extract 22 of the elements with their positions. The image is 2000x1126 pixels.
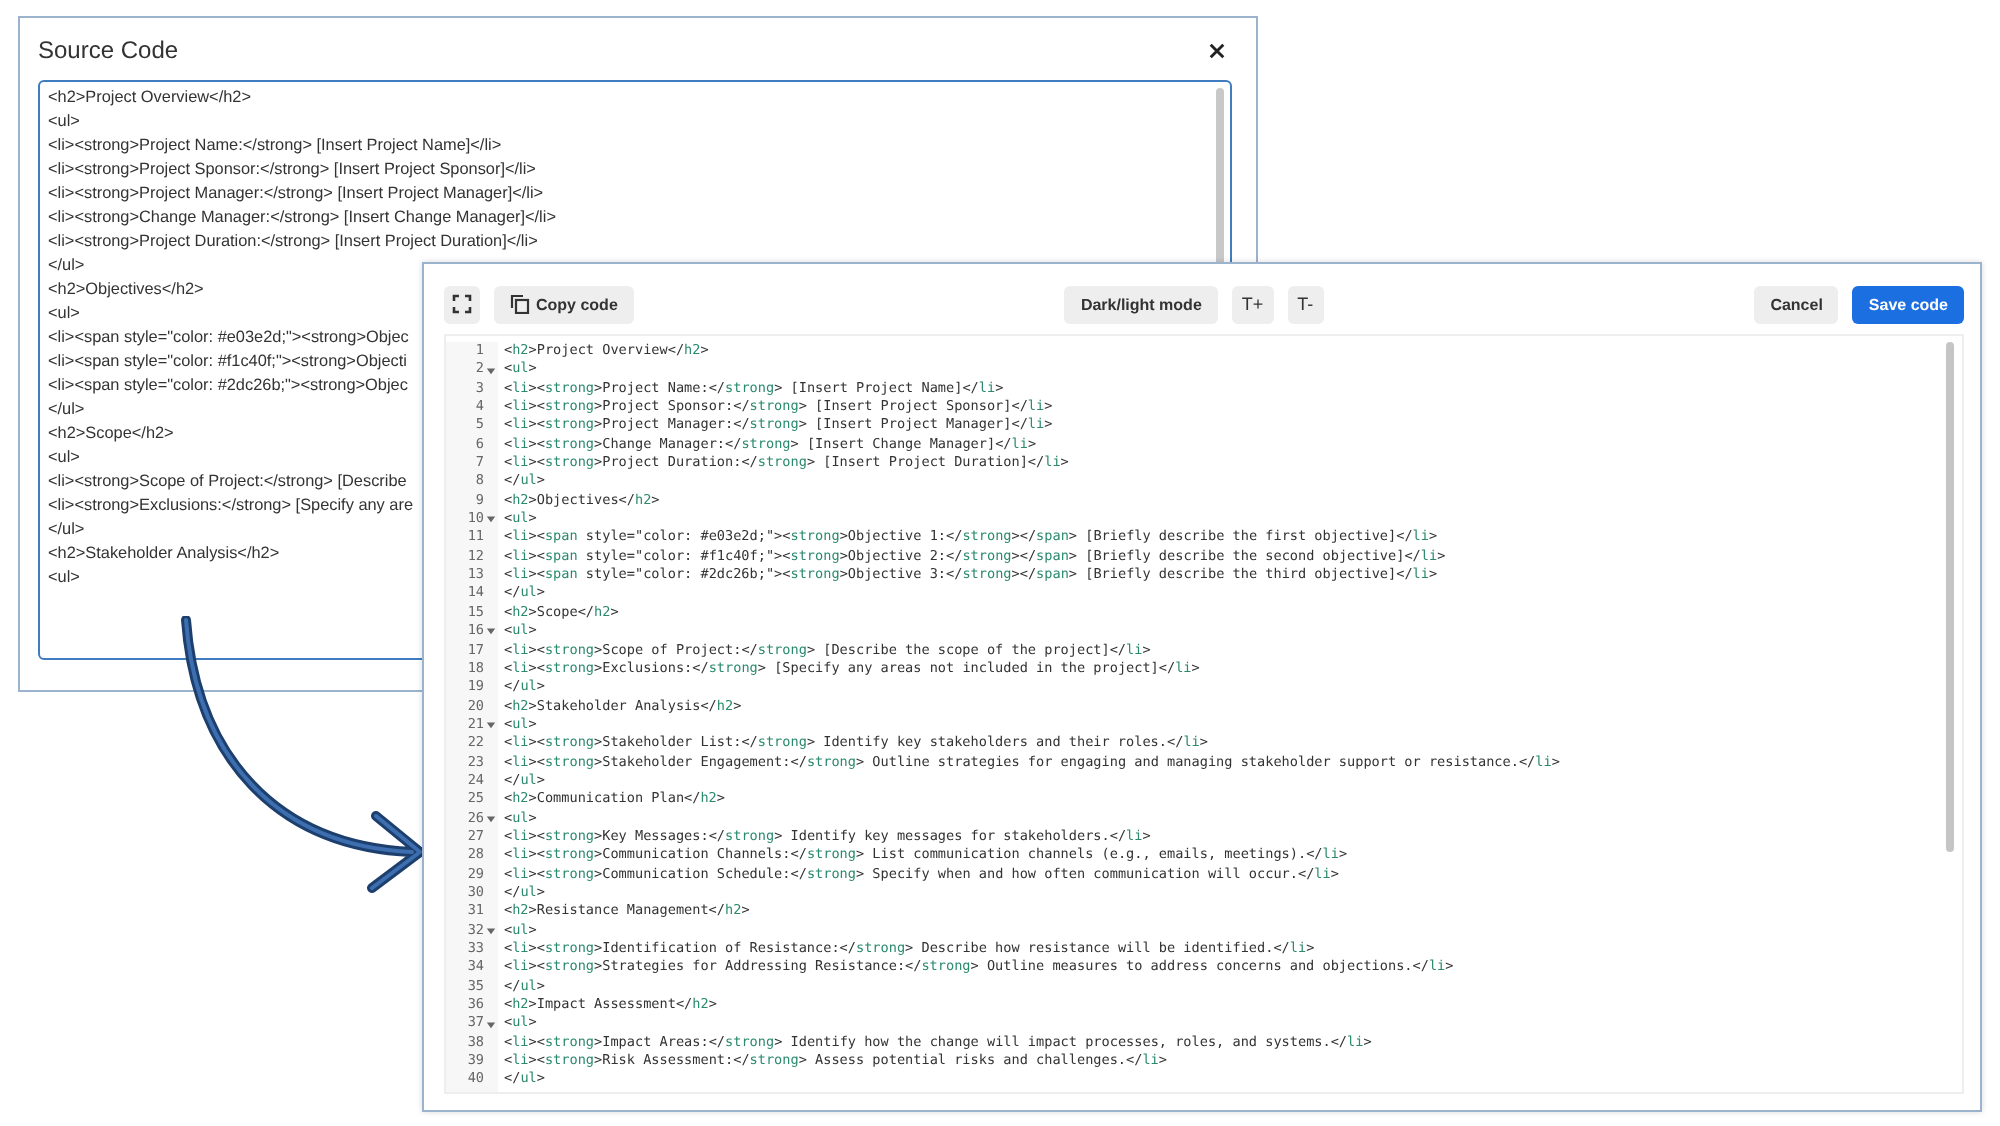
code-line: <li><span style="color: #2dc26b;"><strong>Objec (48, 374, 408, 398)
code-line: <h2>Project Overview</h2> (48, 86, 251, 110)
code-line: <li><span style="color: #e03e2d;"><strong>Objec (48, 326, 409, 350)
code-line: <li><strong>Exclusions:</strong> [Specify any are (48, 494, 414, 518)
code-line: <ul> (48, 110, 80, 134)
code-line: <h2>Scope</h2> (48, 422, 174, 446)
dialog-title: Source Code (38, 36, 179, 64)
code-line: <ul> (48, 566, 80, 590)
code-line: <ul> (48, 446, 80, 470)
code-line: <li><strong>Project Duration:</strong> [Insert Project Duration]</li> (48, 230, 538, 254)
code-line: <li><strong>Project Sponsor:</strong> [Insert Project Sponsor]</li> (48, 158, 536, 182)
code-line: <li><strong>Scope of Project:</strong> [Describe (48, 470, 407, 494)
code-line: <li><strong>Project Manager:</strong> [Insert Project Manager]</li> (48, 182, 544, 206)
code-line: <li><strong>Change Manager:</strong> [Insert Change Manager]</li> (48, 206, 556, 230)
code-line: <li><span style="color: #f1c40f;"><strong>Objecti (48, 350, 407, 374)
code-line: </ul> (48, 518, 85, 542)
code-line: <h2>Objectives</h2> (48, 278, 204, 302)
code-line: </ul> (48, 254, 85, 278)
code-line: <ul> (48, 302, 80, 326)
code-line: <li><strong>Project Name:</strong> [Insert Project Name]</li> (48, 134, 502, 158)
code-line: <h2>Stakeholder Analysis</h2> (48, 542, 280, 566)
code-line: </ul> (48, 398, 85, 422)
